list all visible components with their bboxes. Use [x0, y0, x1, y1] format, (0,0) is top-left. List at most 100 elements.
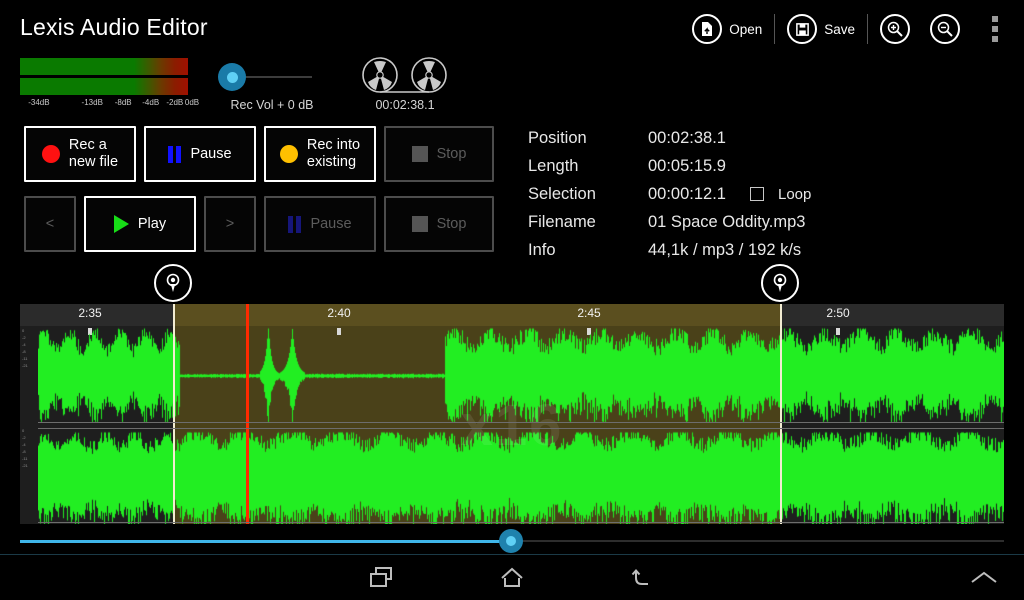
- toolbar-divider-2: [867, 14, 868, 44]
- stop-square-icon: [411, 146, 428, 162]
- back-icon: [631, 568, 648, 585]
- open-button[interactable]: Open: [682, 6, 772, 52]
- selection-label: Selection: [528, 184, 596, 203]
- time-tick-label-3: 2:50: [826, 306, 850, 320]
- selection-value: 00:00:12.1: [648, 184, 726, 203]
- db-tick-0-2: -4: [22, 342, 26, 347]
- meter-tick-4: -2dB: [166, 98, 184, 107]
- tape-reels-time: 00:02:38.1: [375, 98, 435, 112]
- meter-tick-1: -13dB: [81, 98, 103, 107]
- info-row-length: Length 00:05:15.9: [528, 152, 811, 180]
- pause-bars-icon: [168, 145, 182, 163]
- map-pin-marker-icon: [773, 273, 787, 292]
- prev-button: <: [24, 196, 76, 252]
- db-tick-0-1: -2: [22, 335, 26, 340]
- info-row-filename: Filename 01 Space Oddity.mp3: [528, 208, 811, 236]
- scroll-thumb[interactable]: [499, 529, 523, 553]
- save-button-label: Save: [824, 21, 855, 37]
- level-meter: -34dB -13dB -8dB -4dB -2dB 0dB: [20, 58, 199, 112]
- pause-bar: [296, 215, 302, 233]
- zoom-out-icon: [930, 14, 960, 44]
- home-icon: [501, 567, 523, 587]
- time-tick-label-1: 2:40: [327, 306, 351, 320]
- play-button[interactable]: Play: [84, 196, 196, 252]
- position-label: Position: [528, 128, 587, 147]
- open-file-icon: [692, 14, 723, 44]
- selection-end-handle[interactable]: [780, 304, 782, 524]
- zoom-in-button[interactable]: [870, 6, 920, 52]
- info-panel: Position 00:02:38.1 Length 00:05:15.9 Se…: [528, 124, 811, 264]
- rec-new-file-button-label: Rec a new file: [68, 137, 119, 170]
- meter-tick-2: -8dB: [114, 98, 132, 107]
- play-triangle-icon: [113, 215, 129, 233]
- rec-into-existing-button-label: Rec into existing: [306, 137, 361, 170]
- position-value: 00:02:38.1: [648, 128, 726, 147]
- rec-into-existing-button[interactable]: Rec into existing: [264, 126, 376, 182]
- rec-new-file-button[interactable]: Rec a new file: [24, 126, 136, 182]
- time-ruler[interactable]: [20, 304, 1004, 326]
- db-tick-0-5: -21: [22, 363, 28, 368]
- time-ruler-selection: [173, 304, 780, 326]
- back-button[interactable]: [602, 555, 682, 600]
- length-label: Length: [528, 156, 579, 175]
- db-tick-0-4: -11: [22, 356, 28, 361]
- app-title: Lexis Audio Editor: [20, 14, 208, 40]
- waveform-view[interactable]: 2:35 2:40 2:45 2:50 0 -2 -4 -8 -11 -21 0 -2 -4 -8 -11…: [20, 304, 1004, 524]
- horizontal-scroll-slider[interactable]: [0, 528, 1024, 554]
- rec-stop-button: Stop: [384, 126, 494, 182]
- map-pin-marker-icon: [166, 273, 180, 292]
- overflow-menu-button[interactable]: [980, 6, 1010, 52]
- scroll-thumb-inner: [506, 536, 516, 546]
- selection-start-handle[interactable]: [173, 304, 175, 524]
- zoom-in-icon: [880, 14, 910, 44]
- stop-square-icon: [411, 216, 428, 232]
- length-value: 00:05:15.9: [648, 156, 726, 175]
- kebab-dot-2: [992, 26, 998, 32]
- level-meter-scale: -34dB -13dB -8dB -4dB -2dB 0dB: [20, 98, 199, 112]
- play-stop-button: Stop: [384, 196, 494, 252]
- expand-button[interactable]: [944, 555, 1024, 600]
- pause-bar: [288, 215, 294, 233]
- meter-tick-0: -34dB: [28, 98, 50, 107]
- play-button-label: Play: [137, 215, 167, 232]
- toolbar-actions: Open Save: [682, 6, 1018, 52]
- rec-volume-thumb-inner: [226, 71, 238, 83]
- loop-label: Loop: [778, 185, 812, 203]
- rec-pause-button[interactable]: Pause: [144, 126, 256, 182]
- time-tick-label-2: 2:45: [577, 306, 601, 320]
- record-dot-icon: [41, 145, 60, 163]
- info-row-position: Position 00:02:38.1: [528, 124, 811, 152]
- info-row-selection: Selection 00:00:12.1 Loop: [528, 180, 811, 208]
- chevron-up-icon: [971, 571, 997, 583]
- meter-tick-5: 0dB: [184, 98, 200, 107]
- meter-tick-3: -4dB: [142, 98, 160, 107]
- info-value: 44,1k / mp3 / 192 k/s: [648, 240, 802, 259]
- tape-reels-indicator: 00:02:38.1: [352, 56, 458, 112]
- play-stop-button-label: Stop: [436, 215, 467, 232]
- pause-bars-icon: [288, 215, 302, 233]
- recents-button[interactable]: [342, 555, 422, 600]
- toolbar-divider-1: [774, 14, 776, 44]
- time-tick-label-0: 2:35: [78, 306, 102, 320]
- playhead-cursor[interactable]: [246, 304, 249, 524]
- rec-volume-thumb[interactable]: [218, 63, 246, 91]
- db-tick-0-3: -8: [22, 349, 26, 354]
- selection-start-marker[interactable]: [154, 264, 192, 302]
- loop-checkbox[interactable]: [750, 187, 764, 201]
- level-meter-right-channel: [20, 78, 188, 95]
- pause-bar: [176, 145, 182, 163]
- rec-stop-button-label: Stop: [436, 145, 467, 162]
- filename-label: Filename: [528, 212, 596, 231]
- filename-value: 01 Space Oddity.mp3: [648, 212, 806, 231]
- tape-reel-icon: [362, 57, 447, 93]
- save-button[interactable]: Save: [777, 6, 865, 52]
- save-floppy-icon: [787, 14, 818, 44]
- play-pause-button-label: Pause: [310, 215, 352, 232]
- level-meter-left-channel: [20, 58, 188, 75]
- home-button[interactable]: [472, 555, 552, 600]
- zoom-level-watermark: x16: [460, 393, 564, 458]
- zoom-out-button[interactable]: [920, 6, 970, 52]
- selection-end-marker[interactable]: [761, 264, 799, 302]
- lexis-audio-editor-window: Lexis Audio Editor Open Save -34dB -13dB…: [0, 0, 1024, 600]
- pause-bar: [168, 145, 174, 163]
